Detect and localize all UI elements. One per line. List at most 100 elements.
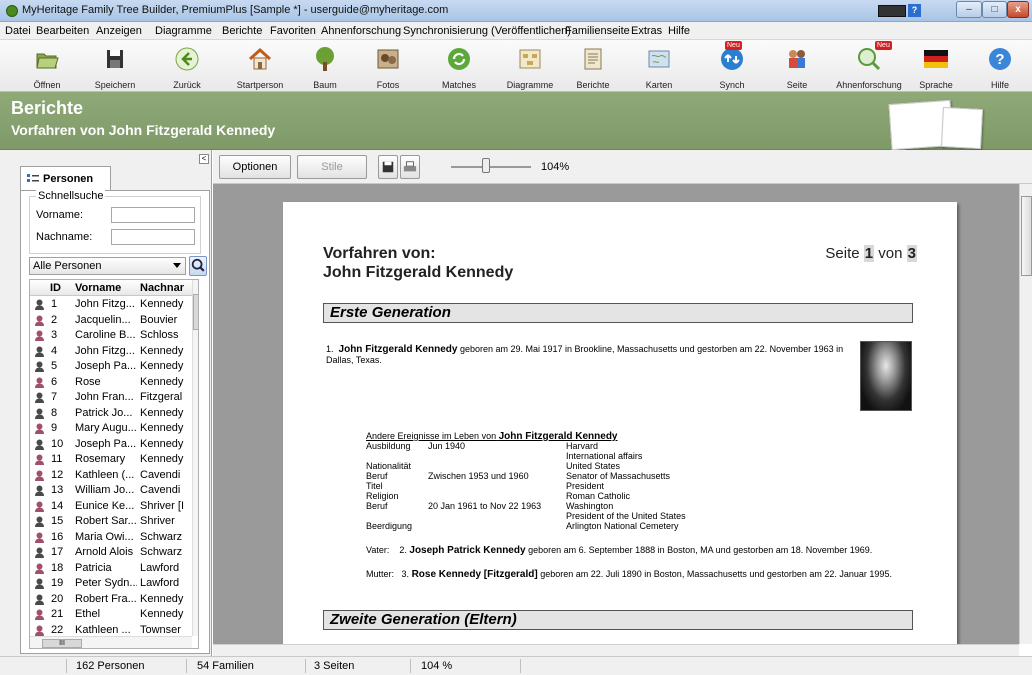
event-value: President [566, 481, 605, 491]
menu-hilfe[interactable]: Hilfe [668, 25, 690, 37]
event-value: Washington [566, 501, 614, 511]
table-scroll-thumb[interactable] [193, 294, 198, 330]
menu-bearbeiten[interactable]: Bearbeiten [36, 25, 89, 37]
photos-button[interactable]: Fotos [363, 42, 413, 90]
table-row[interactable]: 4 John Fitzg... Kennedy [30, 344, 192, 360]
menu-extras[interactable]: Extras [631, 25, 662, 37]
help-button[interactable]: ? Hilfe [978, 42, 1022, 90]
cell-last-name: Kennedy [140, 453, 184, 465]
minimize-button[interactable]: – [956, 1, 982, 18]
map-icon [648, 50, 670, 68]
table-row[interactable]: 20 Robert Fra... Kennedy [30, 592, 192, 608]
first-name-input[interactable] [111, 207, 195, 223]
language-label: Sprache [919, 80, 953, 90]
event-type: Ausbildung [366, 441, 411, 451]
reports-button[interactable]: Berichte [567, 42, 619, 90]
maximize-button[interactable]: □ [982, 1, 1007, 18]
mother-text: geboren am 22. Juli 1890 in Boston, Mass… [540, 569, 892, 579]
cell-id: 17 [51, 546, 64, 558]
person-icon [35, 609, 44, 620]
zoom-slider-track[interactable] [451, 166, 531, 168]
report-horizontal-scrollbar[interactable] [213, 644, 1019, 656]
tree-icon [316, 47, 334, 71]
person-portrait[interactable] [860, 341, 912, 411]
column-id[interactable]: ID [50, 282, 61, 294]
table-row[interactable]: 6 Rose Kennedy [30, 375, 192, 391]
zoom-slider-thumb[interactable] [482, 158, 490, 173]
collapse-panel-button[interactable]: < [199, 154, 209, 164]
report-scroll-thumb[interactable] [1021, 196, 1032, 276]
menu-diagramme[interactable]: Diagramme [155, 25, 212, 37]
column-first-name[interactable]: Vorname [75, 282, 121, 294]
table-row[interactable]: 1 John Fitzg... Kennedy [30, 297, 192, 313]
cell-first-name: Jacquelin... [75, 313, 131, 326]
table-row[interactable]: 5 Joseph Pa... Kennedy [30, 359, 192, 375]
table-row[interactable]: 17 Arnold Alois Schwarz [30, 545, 192, 561]
table-row[interactable]: 14 Eunice Ke... Shriver [I [30, 499, 192, 515]
table-row[interactable]: 18 Patricia Lawford [30, 561, 192, 577]
table-row[interactable]: 7 John Fran... Fitzgeral [30, 390, 192, 406]
close-button[interactable]: x [1007, 1, 1029, 18]
map-button[interactable]: Karten [633, 42, 685, 90]
table-row[interactable]: 15 Robert Sar... Shriver [30, 514, 192, 530]
menu-favoriten[interactable]: Favoriten [270, 25, 316, 37]
table-row[interactable]: 13 William Jo... Cavendi [30, 483, 192, 499]
table-row[interactable]: 9 Mary Augu... Kennedy [30, 421, 192, 437]
charts-button[interactable]: Diagramme [500, 42, 560, 90]
family-site-button[interactable]: Seite [772, 42, 822, 90]
event-value: Roman Catholic [566, 491, 631, 501]
event-date: Zwischen 1953 und 1960 [428, 471, 529, 481]
tree-button[interactable]: Baum [300, 42, 350, 90]
table-row[interactable]: 11 Rosemary Kennedy [30, 452, 192, 468]
back-button[interactable]: Zurück [162, 42, 212, 90]
persons-table: ID Vorname Nachnar 1 John Fitzg... Kennedy… [29, 279, 199, 649]
cell-id: 6 [51, 375, 58, 388]
menu-synchronisierung[interactable]: Synchronisierung (Veröffentlichen) [403, 25, 571, 37]
cell-first-name: Mary Augu... [75, 422, 137, 434]
cell-last-name: Cavendi [140, 484, 181, 496]
report-vertical-scrollbar[interactable] [1019, 184, 1032, 644]
column-last-name[interactable]: Nachnar [140, 282, 184, 294]
help-small-icon[interactable]: ? [908, 4, 921, 17]
last-name-input[interactable] [111, 229, 195, 245]
generation-header-2: Zweite Generation (Eltern) [323, 610, 913, 630]
table-row[interactable]: 19 Peter Sydn... Lawford [30, 576, 192, 592]
table-row[interactable]: 10 Joseph Pa... Kennedy [30, 437, 192, 453]
language-button[interactable]: Sprache [912, 42, 960, 90]
menu-anzeigen[interactable]: Anzeigen [96, 25, 142, 37]
save-report-button[interactable] [378, 155, 398, 179]
table-vertical-scrollbar[interactable] [192, 280, 198, 636]
options-button[interactable]: Optionen [219, 155, 291, 179]
cell-last-name: Schwarz [140, 530, 183, 543]
print-button[interactable] [400, 155, 420, 179]
table-row[interactable]: 2 Jacquelin... Bouvier [30, 313, 192, 329]
table-row[interactable]: 3 Caroline B... Schloss [30, 328, 192, 344]
menu-ahnenforschung[interactable]: Ahnenforschung [321, 25, 401, 37]
menu-familienseite[interactable]: Familienseite [565, 25, 630, 37]
person-filter-value: Alle Personen [33, 260, 102, 272]
menu-berichte[interactable]: Berichte [222, 25, 262, 37]
sync-button[interactable]: Neu Synch [707, 41, 757, 90]
search-button[interactable] [189, 256, 207, 276]
table-row[interactable]: 16 Maria Owi... Schwarz [30, 530, 192, 546]
research-button[interactable]: Neu Ahnenforschung [831, 41, 907, 90]
menu-datei[interactable]: Datei [5, 25, 31, 37]
status-separator [410, 659, 411, 673]
table-row[interactable]: 12 Kathleen (... Cavendi [30, 468, 192, 484]
styles-button[interactable]: Stile [297, 155, 367, 179]
matches-button[interactable]: Matches [432, 42, 486, 90]
start-person-button[interactable]: Startperson [230, 42, 290, 90]
open-button[interactable]: Öffnen [22, 42, 72, 90]
table-row[interactable]: 21 Ethel Kennedy [30, 607, 192, 623]
person-filter-select[interactable]: Alle Personen [29, 257, 186, 275]
table-hscroll-thumb[interactable]: III [42, 639, 82, 648]
cell-first-name: Patrick Jo... [75, 406, 133, 419]
save-button[interactable]: Speichern [90, 42, 140, 90]
tab-personen[interactable]: Personen [20, 166, 111, 190]
table-row[interactable]: 8 Patrick Jo... Kennedy [30, 406, 192, 422]
cell-first-name: Rose [75, 375, 101, 388]
table-horizontal-scrollbar[interactable]: III [30, 636, 192, 648]
events-title-prefix: Andere Ereignisse im Leben von [366, 431, 497, 441]
keyboard-icon[interactable] [878, 5, 906, 17]
person-icon [35, 501, 44, 512]
